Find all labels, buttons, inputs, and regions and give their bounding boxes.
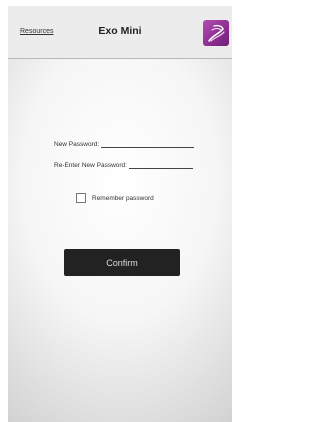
reenter-password-input[interactable] bbox=[128, 159, 193, 169]
remember-password-row[interactable]: Remember password bbox=[76, 193, 154, 203]
remember-password-checkbox[interactable] bbox=[76, 193, 86, 203]
reenter-password-row: Re-Enter New Password: bbox=[54, 157, 193, 169]
app-title: Exo Mini bbox=[98, 25, 142, 37]
new-password-input[interactable] bbox=[101, 138, 195, 148]
header-bar: Resources Exo Mini bbox=[8, 6, 232, 59]
remember-password-label: Remember password bbox=[92, 194, 154, 202]
new-password-label: New Password: bbox=[54, 141, 100, 148]
confirm-button[interactable]: Confirm bbox=[64, 249, 180, 276]
app-screen: Resources Exo Mini New Password: Re-Ente… bbox=[8, 6, 232, 422]
swirl-icon bbox=[208, 24, 225, 42]
reenter-password-label: Re-Enter New Password: bbox=[54, 162, 127, 169]
exo-logo-icon bbox=[203, 20, 229, 46]
new-password-row: New Password: bbox=[54, 136, 195, 148]
